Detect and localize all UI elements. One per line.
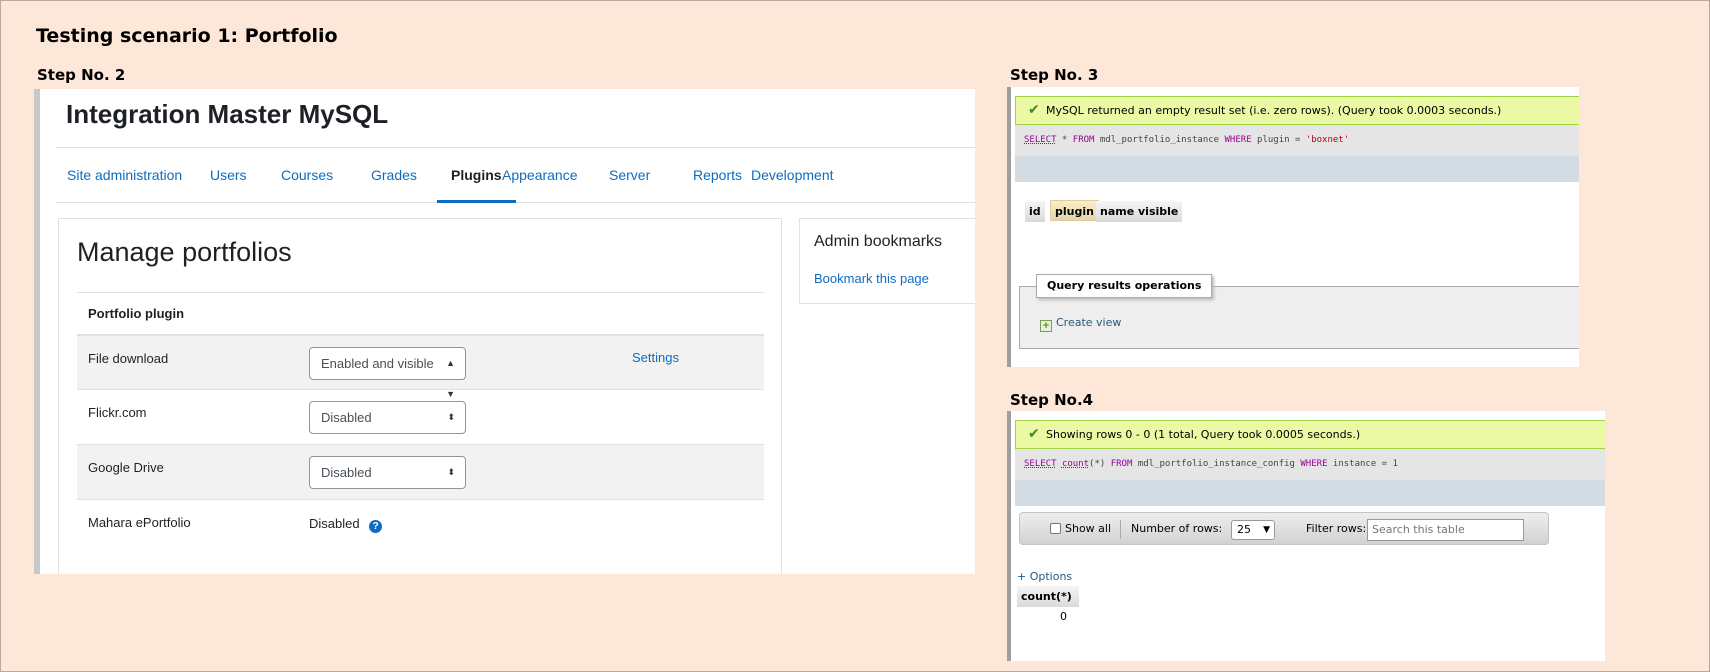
sql-keyword: FROM <box>1072 135 1095 145</box>
plugin-name: Flickr.com <box>77 389 309 445</box>
sql-string: 'boxnet' <box>1305 135 1350 145</box>
rows-value: 25 <box>1237 523 1251 536</box>
query-toolbar <box>1015 156 1579 182</box>
manage-portfolios-card: Manage portfolios Portfolio plugin File … <box>58 218 782 574</box>
table-row: File download Enabled and visible ▲ ▼ Set… <box>77 334 764 399</box>
tab-appearance[interactable]: Appearance <box>502 147 578 203</box>
sql-keyword: WHERE <box>1224 135 1252 145</box>
tab-users[interactable]: Users <box>210 147 247 203</box>
phpmyadmin-step3: ✔ MySQL returned an empty result set (i.… <box>1007 87 1579 367</box>
admin-nav-tabs: Site administration Users Courses Grades… <box>56 147 975 203</box>
plugin-name: Mahara ePortfolio <box>77 499 309 555</box>
question-circle-icon[interactable]: ? <box>369 520 383 533</box>
checkmark-icon: ✔ <box>1028 102 1040 118</box>
plugin-name: Google Drive <box>77 444 309 500</box>
tab-grades[interactable]: Grades <box>371 147 417 203</box>
settings-link[interactable]: Settings <box>632 350 679 365</box>
select-arrows-icon: ⬍ <box>447 467 455 477</box>
site-title: Integration Master MySQL <box>66 99 389 129</box>
query-toolbar <box>1015 480 1605 506</box>
tab-courses[interactable]: Courses <box>281 147 333 203</box>
create-view-icon: + <box>1040 320 1052 332</box>
sql-query[interactable]: SELECT count(*) FROM mdl_portfolio_insta… <box>1015 449 1605 480</box>
plugin-name: File download <box>77 334 309 390</box>
table-navigation-bar: Show all Number of rows: 25 ▼ Filter row… <box>1019 512 1549 545</box>
success-message: ✔ MySQL returned an empty result set (i.… <box>1015 96 1579 125</box>
step-2-label: Step No. 2 <box>37 66 126 84</box>
column-header-name[interactable]: name <box>1096 201 1140 222</box>
table-row: Mahara ePortfolio Disabled ? <box>77 499 764 555</box>
chevron-down-icon: ▼ <box>1263 525 1270 535</box>
tab-development[interactable]: Development <box>751 147 834 203</box>
create-view-link[interactable]: + Create view <box>1040 316 1121 332</box>
column-header-visible[interactable]: visible <box>1134 201 1184 222</box>
select-value: Disabled <box>321 465 372 480</box>
count-value-cell: 0 <box>1060 610 1067 623</box>
select-arrows-icon: ⬍ <box>447 412 455 422</box>
create-view-label: Create view <box>1056 316 1122 329</box>
tab-reports[interactable]: Reports <box>693 147 742 203</box>
plugin-state-select[interactable]: Disabled ⬍ <box>309 456 466 489</box>
select-value: Enabled and visible <box>321 355 434 371</box>
column-header-count[interactable]: count(*) <box>1017 586 1080 607</box>
document-title: Testing scenario 1: Portfolio <box>36 25 338 47</box>
success-text: Showing rows 0 - 0 (1 total, Query took … <box>1046 428 1361 441</box>
success-text: MySQL returned an empty result set (i.e.… <box>1046 104 1502 117</box>
column-header-id[interactable]: id <box>1025 201 1046 222</box>
tab-site-administration[interactable]: Site administration <box>67 147 182 203</box>
moodle-screenshot: Integration Master MySQL Site administra… <box>34 89 975 574</box>
number-of-rows-select[interactable]: 25 ▼ <box>1231 520 1275 540</box>
success-message: ✔ Showing rows 0 - 0 (1 total, Query too… <box>1015 420 1605 449</box>
sql-text: mdl_portfolio_instance <box>1094 135 1225 145</box>
plugin-state-select[interactable]: Disabled ⬍ <box>309 401 466 434</box>
plugin-state-select[interactable]: Enabled and visible ▲ ▼ <box>309 346 466 399</box>
sql-text: * <box>1056 135 1073 145</box>
sql-query[interactable]: SELECT * FROM mdl_portfolio_instance WHE… <box>1015 125 1579 156</box>
sql-function: count <box>1061 459 1090 469</box>
show-all-checkbox[interactable]: Show all <box>1050 513 1111 544</box>
block-title: Admin bookmarks <box>814 233 943 250</box>
bookmark-this-page-link[interactable]: Bookmark this page <box>814 271 929 286</box>
separator <box>1120 520 1121 539</box>
checkmark-icon: ✔ <box>1028 426 1040 442</box>
show-all-label: Show all <box>1065 522 1112 535</box>
table-header-portfolio-plugin: Portfolio plugin <box>77 292 764 336</box>
portfolio-plugins-table: Portfolio plugin File download Enabled a… <box>77 292 764 555</box>
step-3-label: Step No. 3 <box>1010 66 1099 84</box>
select-value: Disabled <box>321 410 372 425</box>
options-link[interactable]: + Options <box>1017 570 1072 583</box>
sql-text: (*) <box>1089 459 1111 469</box>
operations-legend: Query results operations <box>1036 274 1213 298</box>
checkbox-icon <box>1050 523 1061 534</box>
column-header-plugin[interactable]: plugin <box>1050 200 1099 221</box>
filter-rows-label: Filter rows: <box>1306 522 1367 535</box>
sql-text: instance = 1 <box>1327 459 1398 469</box>
plugin-state-text: Disabled <box>309 516 360 531</box>
step-4-label: Step No.4 <box>1010 391 1094 409</box>
tab-server[interactable]: Server <box>609 147 650 203</box>
table-row: Flickr.com Disabled ⬍ <box>77 389 764 445</box>
sql-keyword: FROM <box>1110 459 1133 469</box>
number-of-rows-label: Number of rows: <box>1131 522 1223 535</box>
phpmyadmin-step4: ✔ Showing rows 0 - 0 (1 total, Query too… <box>1007 411 1605 661</box>
sql-keyword: SELECT <box>1024 135 1057 145</box>
sql-keyword: WHERE <box>1300 459 1328 469</box>
sql-keyword: SELECT <box>1024 459 1057 469</box>
sql-text: plugin = <box>1251 135 1306 145</box>
admin-bookmarks-block: Admin bookmarks Bookmark this page <box>799 218 975 304</box>
sql-text: mdl_portfolio_instance_config <box>1132 459 1301 469</box>
page-heading: Manage portfolios <box>77 237 292 267</box>
table-row: Google Drive Disabled ⬍ <box>77 444 764 500</box>
filter-rows-input[interactable]: Search this table <box>1367 519 1524 541</box>
